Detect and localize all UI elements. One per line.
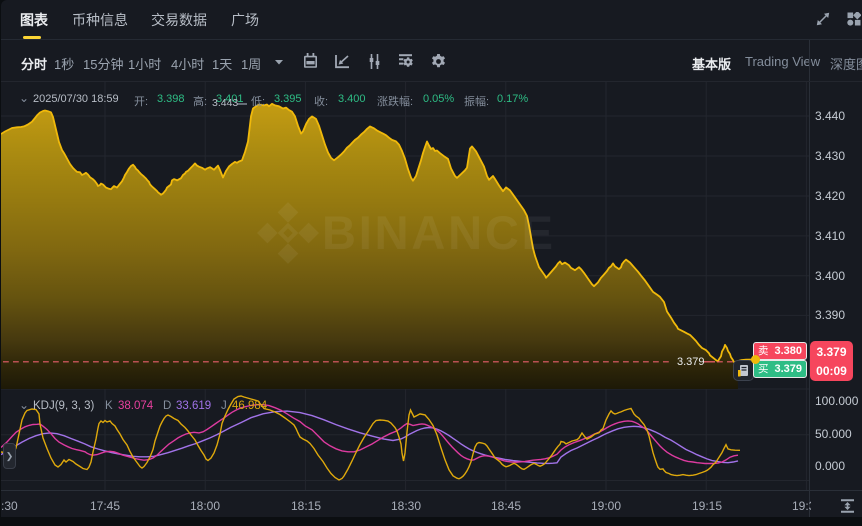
svg-text:BINANCE: BINANCE	[322, 206, 556, 259]
